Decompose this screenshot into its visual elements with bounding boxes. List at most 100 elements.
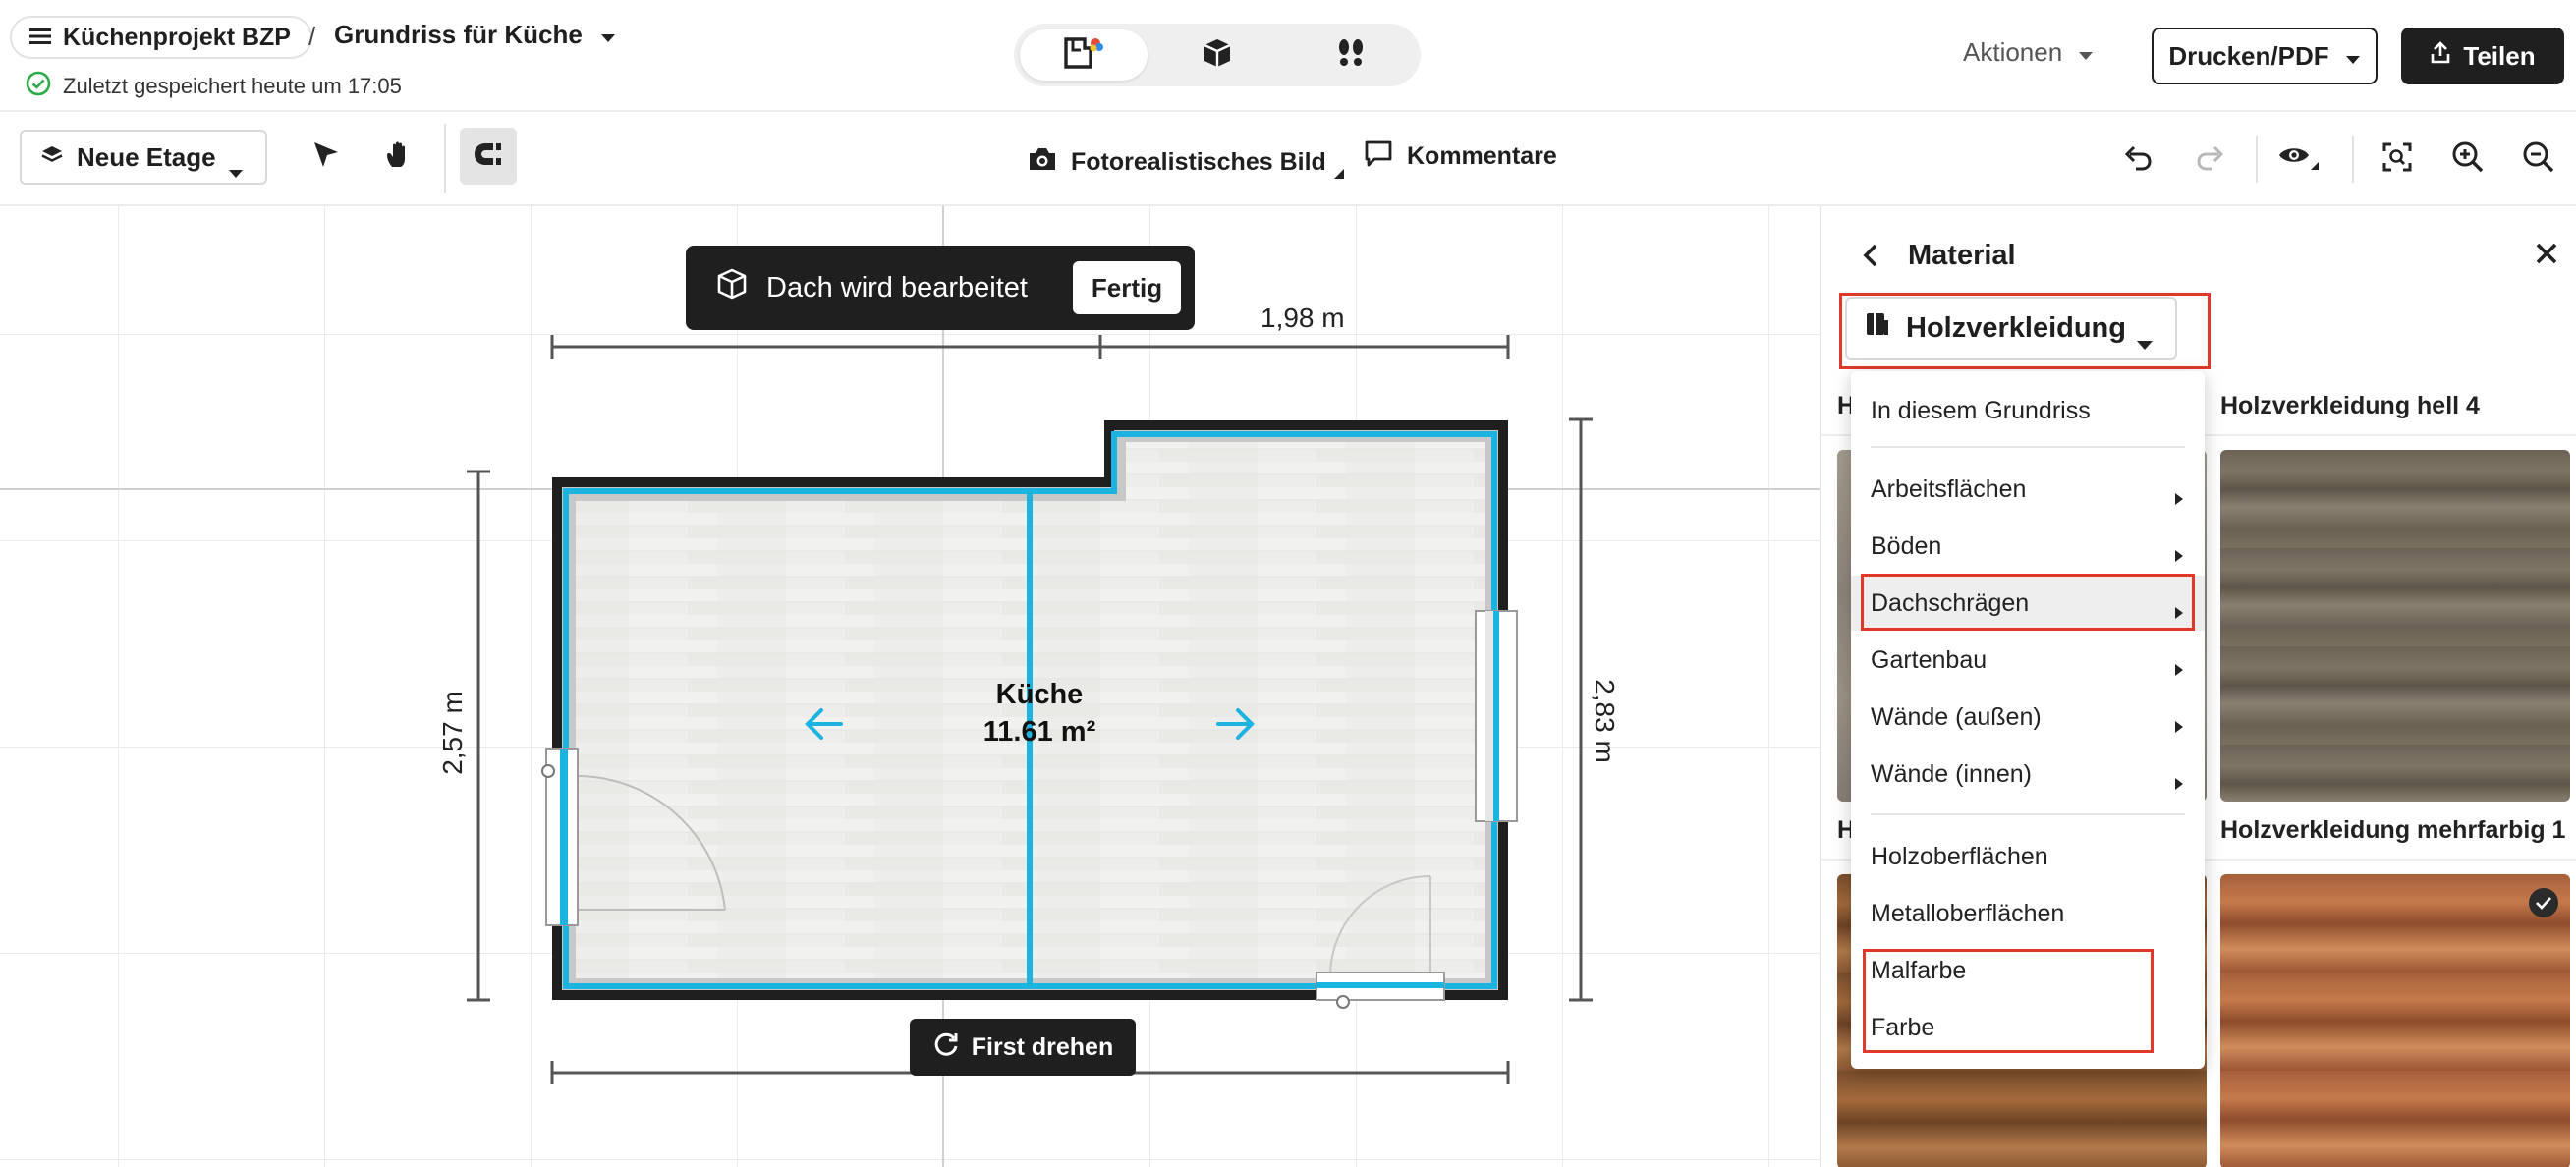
comment-bubble-icon <box>1364 139 1393 174</box>
chevron-down-icon <box>2136 326 2154 359</box>
material-swatch-selected[interactable] <box>2220 874 2570 1167</box>
camera-icon <box>1028 146 1057 179</box>
photorealistic-image-button[interactable]: Fotorealistisches Bild <box>1028 139 1344 186</box>
view-walkthrough-button[interactable] <box>1287 29 1415 81</box>
redo-button[interactable] <box>2187 136 2234 183</box>
fit-view-button[interactable] <box>2374 136 2421 183</box>
dropdown-submenu-item-active[interactable]: Dachschrägen <box>1851 576 2205 631</box>
plan-name-menu[interactable]: Grundriss für Küche <box>334 20 616 50</box>
dropdown-item-label: Wände (außen) <box>1871 702 2042 731</box>
zoom-in-icon <box>2451 140 2485 179</box>
walkthrough-footsteps-icon <box>1335 37 1367 74</box>
chevron-left-icon <box>1860 243 1881 273</box>
toolbar-divider <box>444 124 446 193</box>
project-menu-button[interactable]: Küchenprojekt BZP <box>10 16 312 59</box>
focus-frame-icon <box>2381 141 2413 178</box>
dropdown-submenu-item[interactable]: Wände (außen) <box>1851 690 2205 745</box>
dropdown-item-label: Dachschrägen <box>1871 588 2030 617</box>
room-label[interactable]: Küche 11.61 m² <box>941 676 1138 750</box>
hamburger-icon <box>29 24 51 52</box>
checkmark-icon <box>2529 888 2558 917</box>
caret-right-icon <box>2175 768 2183 797</box>
pan-tool-button[interactable] <box>377 136 420 179</box>
category-label: Holzverkleidung <box>1906 311 2126 344</box>
undo-button[interactable] <box>2114 136 2161 183</box>
dropdown-item-color[interactable]: Farbe <box>1851 1000 2205 1055</box>
view-3d-button[interactable] <box>1153 29 1281 81</box>
rotate-ridge-button[interactable]: First drehen <box>910 1019 1136 1076</box>
rotate-label: First drehen <box>971 1032 1114 1061</box>
material-swatch[interactable] <box>2220 450 2570 802</box>
dimension-label-left: 2,57 m <box>436 691 468 775</box>
swatch-title: Holzverkleidung mehrfarbig 1 <box>2220 816 2566 844</box>
select-tool-button[interactable] <box>305 136 348 179</box>
caret-right-icon <box>2175 654 2183 683</box>
magnet-icon <box>472 139 505 174</box>
dropdown-item-label: Metalloberflächen <box>1871 899 2065 927</box>
caret-right-icon <box>2175 540 2183 569</box>
room-name: Küche <box>995 679 1084 710</box>
print-pdf-button[interactable]: Drucken/PDF <box>2152 28 2378 84</box>
plan-name: Grundriss für Küche <box>334 20 583 49</box>
zoom-out-button[interactable] <box>2515 136 2562 183</box>
view-2d-button[interactable] <box>1020 29 1148 81</box>
dimension-label-right: 2,83 m <box>1589 679 1620 763</box>
share-label: Teilen <box>2463 40 2536 71</box>
visibility-button[interactable] <box>2275 136 2323 183</box>
toolbar-divider <box>2352 136 2354 183</box>
project-name: Küchenprojekt BZP <box>63 23 291 51</box>
dropdown-item-label: Wände (innen) <box>1871 759 2032 788</box>
actions-label: Aktionen <box>1963 37 2063 67</box>
dropdown-divider <box>1871 446 2185 448</box>
dropdown-item-wood-surfaces[interactable]: Holzoberflächen <box>1851 829 2205 884</box>
comments-button[interactable]: Kommentare <box>1364 139 1557 174</box>
cursor-arrow-icon <box>310 139 342 176</box>
check-circle-icon <box>26 71 51 102</box>
dropdown-item-label: Gartenbau <box>1871 645 1988 674</box>
app-header: Küchenprojekt BZP / Grundriss für Küche … <box>0 0 2576 112</box>
redo-icon <box>2195 142 2226 177</box>
chevron-down-icon <box>600 20 616 50</box>
caret-right-icon <box>2175 597 2183 626</box>
dropdown-submenu-item[interactable]: Wände (innen) <box>1851 747 2205 802</box>
dropdown-item-metal-surfaces[interactable]: Metalloberflächen <box>1851 886 2205 941</box>
hand-icon <box>383 139 415 176</box>
dropdown-submenu-item[interactable]: Arbeitsflächen <box>1851 462 2205 517</box>
eye-icon <box>2277 142 2321 177</box>
dropdown-submenu-item[interactable]: Böden <box>1851 519 2205 574</box>
dropdown-item-paint[interactable]: Malfarbe <box>1851 943 2205 998</box>
actions-menu[interactable]: Aktionen <box>1963 37 2094 68</box>
floor-select[interactable]: Neue Etage <box>20 130 267 185</box>
dropdown-item-in-plan[interactable]: In diesem Grundriss <box>1851 383 2205 438</box>
view-mode-switcher <box>1014 24 1421 86</box>
window-right[interactable] <box>1475 610 1518 822</box>
dimension-label-top: 1,98 m <box>1260 303 1345 333</box>
swatch-title: Holzverkleidung hell 4 <box>2220 392 2480 419</box>
panel-title: Material <box>1908 240 2016 271</box>
material-category-select[interactable]: Holzverkleidung <box>1845 297 2177 360</box>
room-area: 11.61 m² <box>982 716 1096 748</box>
comments-label: Kommentare <box>1407 142 1557 170</box>
back-button[interactable] <box>1851 238 1890 277</box>
close-button[interactable] <box>2527 236 2566 275</box>
snap-magnet-button[interactable] <box>460 128 517 185</box>
3d-box-outline-icon <box>715 267 749 308</box>
floorplan-canvas[interactable]: 1,98 m 2,57 m 2,83 m Küche 11.61 m² Dach… <box>0 206 1820 1167</box>
dropdown-item-label: Farbe <box>1871 1013 1935 1041</box>
share-button[interactable]: Teilen <box>2401 28 2564 84</box>
chevron-down-icon <box>2345 41 2361 72</box>
corner-triangle-icon <box>1333 157 1344 186</box>
done-button[interactable]: Fertig <box>1073 261 1181 314</box>
zoom-in-button[interactable] <box>2444 136 2492 183</box>
dropdown-item-label: Holzoberflächen <box>1871 842 2048 870</box>
print-label: Drucken/PDF <box>2168 40 2329 71</box>
material-category-dropdown: In diesem Grundriss Arbeitsflächen Böden… <box>1851 371 2205 1069</box>
rotate-icon <box>932 1030 960 1065</box>
dropdown-item-label: Böden <box>1871 531 1942 560</box>
breadcrumb-separator: / <box>308 22 316 51</box>
3d-box-icon <box>1202 37 1233 74</box>
save-status: Zuletzt gespeichert heute um 17:05 <box>26 71 402 102</box>
dropdown-submenu-item[interactable]: Gartenbau <box>1851 633 2205 688</box>
chevron-down-icon <box>2078 37 2094 68</box>
wood-panel-icon <box>1865 310 1890 346</box>
